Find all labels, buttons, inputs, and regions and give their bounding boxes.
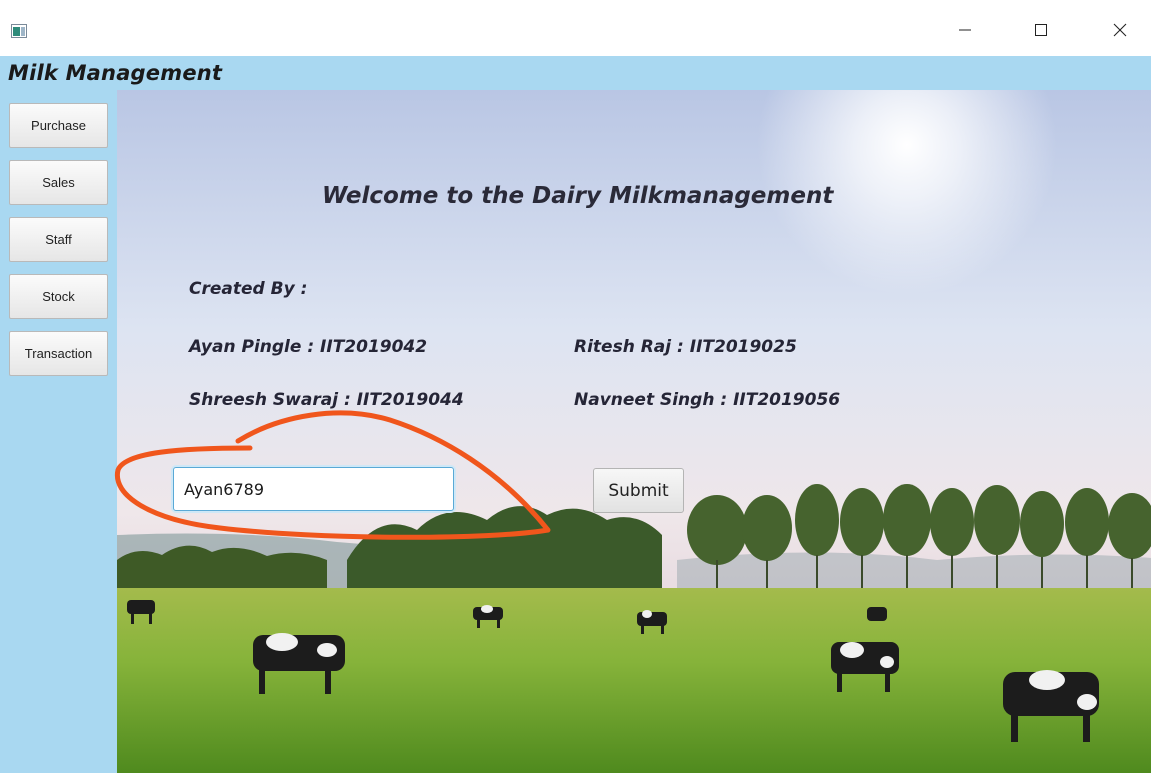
app-title: Milk Management [8,61,223,85]
minimize-icon [959,29,971,31]
purchase-button[interactable]: Purchase [9,103,108,148]
author-label: Navneet Singh : IIT2019056 [574,390,841,410]
transaction-button[interactable]: Transaction [9,331,108,376]
minimize-button[interactable] [942,12,988,48]
author-label: Ritesh Raj : IIT2019025 [574,337,797,357]
author-label: Ayan Pingle : IIT2019042 [189,337,428,357]
stock-button[interactable]: Stock [9,274,108,319]
app-icon [11,24,27,38]
submit-button[interactable]: Submit [593,468,684,513]
main-panel: Welcome to the Dairy Milkmanagement Crea… [117,90,1151,773]
staff-button[interactable]: Staff [9,217,108,262]
close-icon [1113,23,1127,37]
app-window: Milk Management Purchase Sales Staff Sto… [0,56,1151,773]
created-by-label: Created By : [189,279,308,299]
maximize-button[interactable] [1018,12,1064,48]
close-button[interactable] [1097,12,1143,48]
sales-button[interactable]: Sales [9,160,108,205]
welcome-heading: Welcome to the Dairy Milkmanagement [322,183,834,209]
username-input[interactable] [173,467,454,511]
author-label: Shreesh Swaraj : IIT2019044 [189,390,464,410]
window-titlebar [0,0,1151,56]
maximize-icon [1035,24,1047,36]
